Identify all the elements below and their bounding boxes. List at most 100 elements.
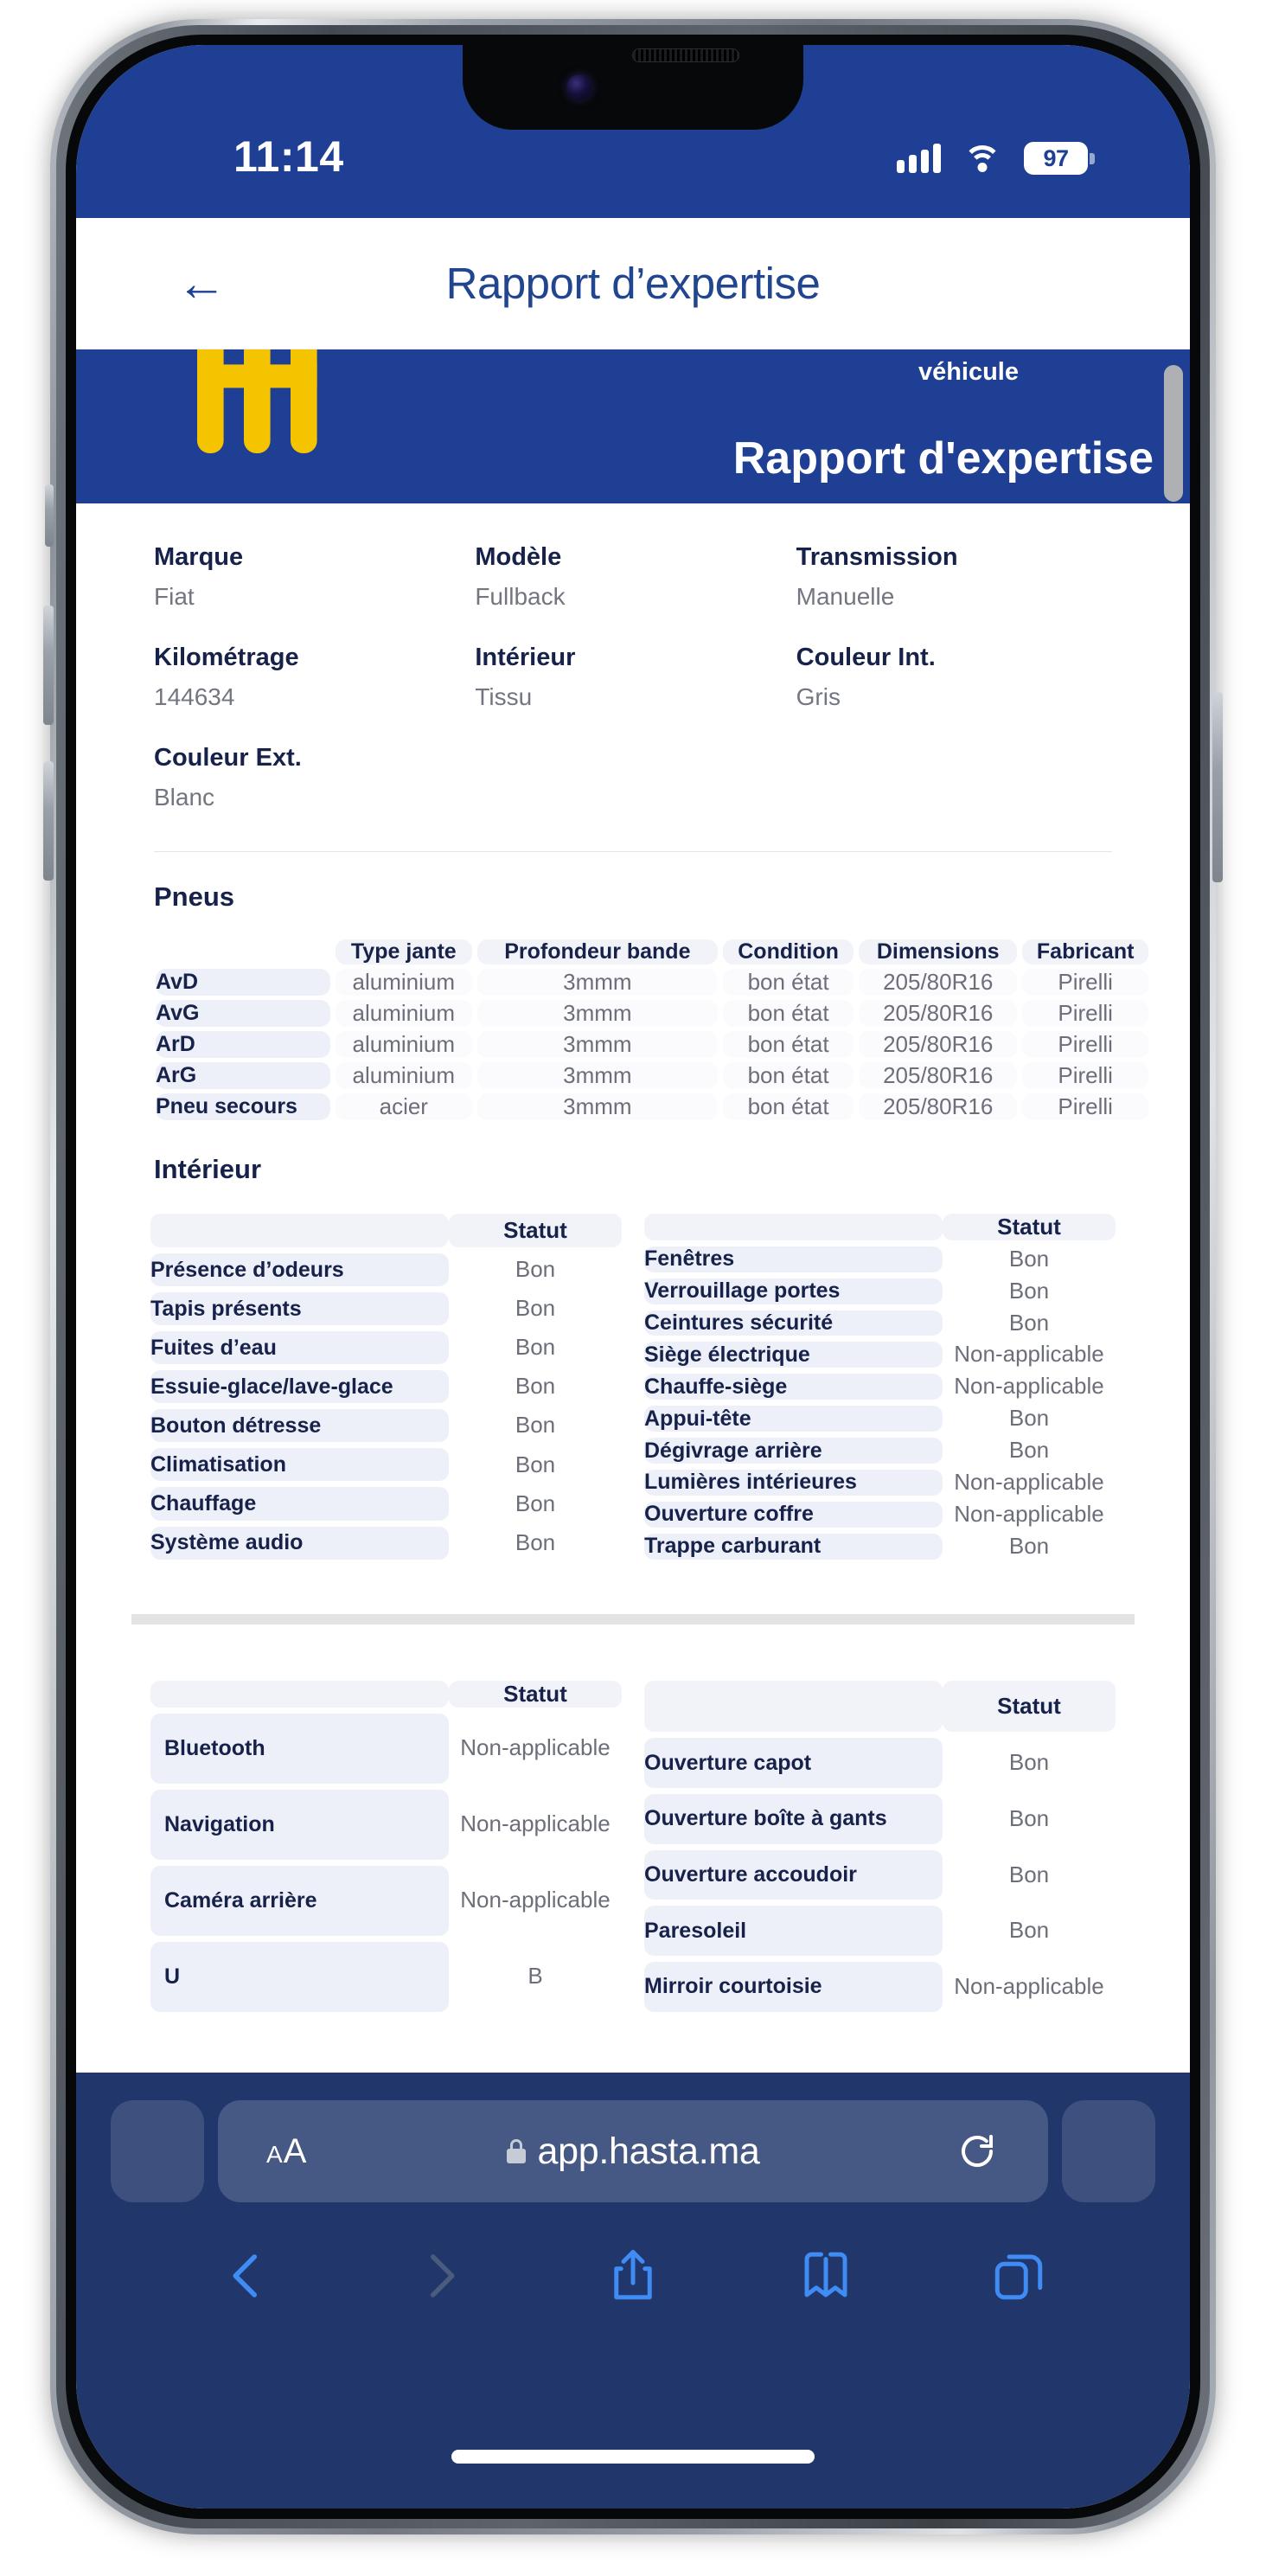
silent-switch[interactable] [45, 484, 54, 547]
vertical-scrollbar[interactable] [1164, 365, 1183, 502]
table-row: Lumières intérieures Non-applicable [644, 1469, 1116, 1496]
check-label: Ouverture coffre [644, 1501, 943, 1528]
tab-strip: AA app.hasta.ma [76, 2081, 1190, 2202]
check-label: U [150, 1941, 449, 2012]
info-item: Couleur Int. Gris [796, 644, 1117, 711]
status-column-header: Statut [449, 1213, 622, 1248]
volume-down-button[interactable] [43, 761, 54, 881]
check-status: Non-applicable [954, 1500, 1104, 1527]
report-banner: véhicule Rapport d'expertise [76, 349, 1190, 503]
check-status: Non-applicable [954, 1373, 1104, 1400]
info-label: Marque [154, 543, 244, 571]
check-label: Présence d’odeurs [150, 1253, 449, 1287]
check-label: Mirroir courtoisie [644, 1962, 943, 2012]
column-header: Type jante [336, 939, 472, 964]
column-header: Fabricant [1022, 939, 1148, 964]
notch [463, 45, 803, 130]
table-cell: bon état [723, 968, 854, 996]
check-status: Bon [1008, 1277, 1050, 1304]
chevron-left-icon[interactable] [219, 2247, 276, 2304]
text-size-button[interactable]: AA [266, 2132, 306, 2171]
blank-header [644, 1213, 943, 1240]
share-icon[interactable] [604, 2247, 662, 2304]
address-bar[interactable]: AA app.hasta.ma [218, 2100, 1048, 2202]
check-label: Siège électrique [644, 1342, 943, 1368]
table-row: Appui-tête Bon [644, 1405, 1116, 1432]
info-value: Fiat [154, 583, 195, 610]
table-row: Bouton détresse Bon [150, 1409, 622, 1443]
check-label: Dégivrage arrière [644, 1438, 943, 1464]
table-row: Paresoleil Bon [644, 1906, 1116, 1956]
status-time: 11:14 [233, 132, 344, 181]
table-cell: 3mmm [476, 1093, 719, 1120]
battery-percent: 97 [1043, 144, 1069, 171]
page2-columns: Statut Bluetooth Non-applicable Navigatio… [150, 1675, 1116, 2018]
section-title-interieur: Intérieur [154, 1153, 262, 1184]
table-row: Bluetooth Non-applicable [150, 1713, 622, 1784]
table-row: Climatisation Bon [150, 1448, 622, 1482]
tabs-icon[interactable] [990, 2247, 1047, 2304]
battery-icon: 97 [1024, 142, 1095, 175]
check-label: Fuites d’eau [150, 1331, 449, 1365]
check-label: Navigation [150, 1789, 449, 1860]
text-size-large-a: A [283, 2131, 307, 2170]
banner-subtitle: véhicule [918, 358, 1019, 386]
chevron-right-icon[interactable] [412, 2247, 469, 2304]
status-icons: 97 [897, 142, 1095, 175]
row-header: ArD [156, 1030, 330, 1058]
table-row: Chauffage Bon [150, 1487, 622, 1521]
check-label: Chauffe-siège [644, 1374, 943, 1400]
report-scroll-area[interactable]: véhicule Rapport d'expertise Marque Fiat … [76, 349, 1190, 2073]
table-header-row: Statut [644, 1680, 1116, 1733]
info-value: Tissu [475, 683, 533, 710]
table-cell: 205/80R16 [859, 1061, 1018, 1089]
hasta-hh-logo [197, 349, 317, 453]
check-label: Système audio [150, 1526, 449, 1560]
check-status: Bon [515, 1373, 556, 1400]
table-cell: 205/80R16 [859, 968, 1018, 996]
check-status: Bon [515, 1412, 556, 1439]
tab-next[interactable] [1062, 2100, 1155, 2202]
check-label: Paresoleil [644, 1906, 943, 1956]
check-status: Bon [515, 1256, 556, 1283]
check-label: Chauffage [150, 1487, 449, 1521]
power-button[interactable] [1212, 692, 1223, 882]
interieur-right-table: Statut Fenêtres Bon Verrouillage portes Bo… [644, 1208, 1116, 1566]
check-status: Bon [1008, 1861, 1050, 1887]
check-status: Non-applicable [954, 1341, 1104, 1368]
table-row: ArG aluminium 3mmm bon état 205/80R16 Pi… [156, 1061, 1148, 1089]
info-item: Transmission Manuelle [796, 543, 1117, 611]
book-icon[interactable] [797, 2247, 854, 2304]
table-cell: aluminium [336, 999, 472, 1027]
volume-up-button[interactable] [43, 606, 54, 725]
table-header-row: Statut [150, 1680, 622, 1708]
banner-title: Rapport d'expertise [732, 433, 1154, 484]
status-column-header: Statut [449, 1680, 622, 1708]
vehicle-info-grid: Marque Fiat Modèle Fullback Transmission Ma… [131, 503, 1135, 848]
reload-icon[interactable] [956, 2131, 998, 2172]
table-cell: Pirelli [1022, 1030, 1148, 1058]
check-label: Trappe carburant [644, 1533, 943, 1560]
safari-toolbar [76, 2202, 1190, 2304]
info-label: Couleur Int. [796, 644, 936, 671]
check-status: Bon [515, 1295, 556, 1322]
tab-previous[interactable] [111, 2100, 204, 2202]
app-header: ← Rapport d’expertise [76, 218, 1190, 349]
screenshot-stage: 11:14 97 ← Rapport d’expertise véhicule … [0, 0, 1266, 2576]
info-value: Blanc [154, 784, 215, 811]
page-break-divider [131, 1613, 1135, 1624]
check-label: Lumières intérieures [644, 1469, 943, 1496]
check-label: Caméra arrière [150, 1865, 449, 1936]
check-status: Bon [1008, 1245, 1050, 1272]
home-indicator[interactable] [451, 2450, 815, 2464]
page2-left-table: Statut Bluetooth Non-applicable Navigatio… [150, 1675, 622, 2018]
table-row: Navigation Non-applicable [150, 1789, 622, 1860]
check-label: Ouverture boîte à gants [644, 1794, 943, 1844]
status-column-header: Statut [943, 1213, 1116, 1240]
column-header: Condition [723, 939, 854, 964]
table-row: Caméra arrière Non-applicable [150, 1865, 622, 1936]
table-header-row: Statut [150, 1213, 622, 1248]
table-cell: bon état [723, 1030, 854, 1058]
arrow-left-icon[interactable]: ← [176, 258, 227, 309]
check-label: Ouverture capot [644, 1738, 943, 1789]
